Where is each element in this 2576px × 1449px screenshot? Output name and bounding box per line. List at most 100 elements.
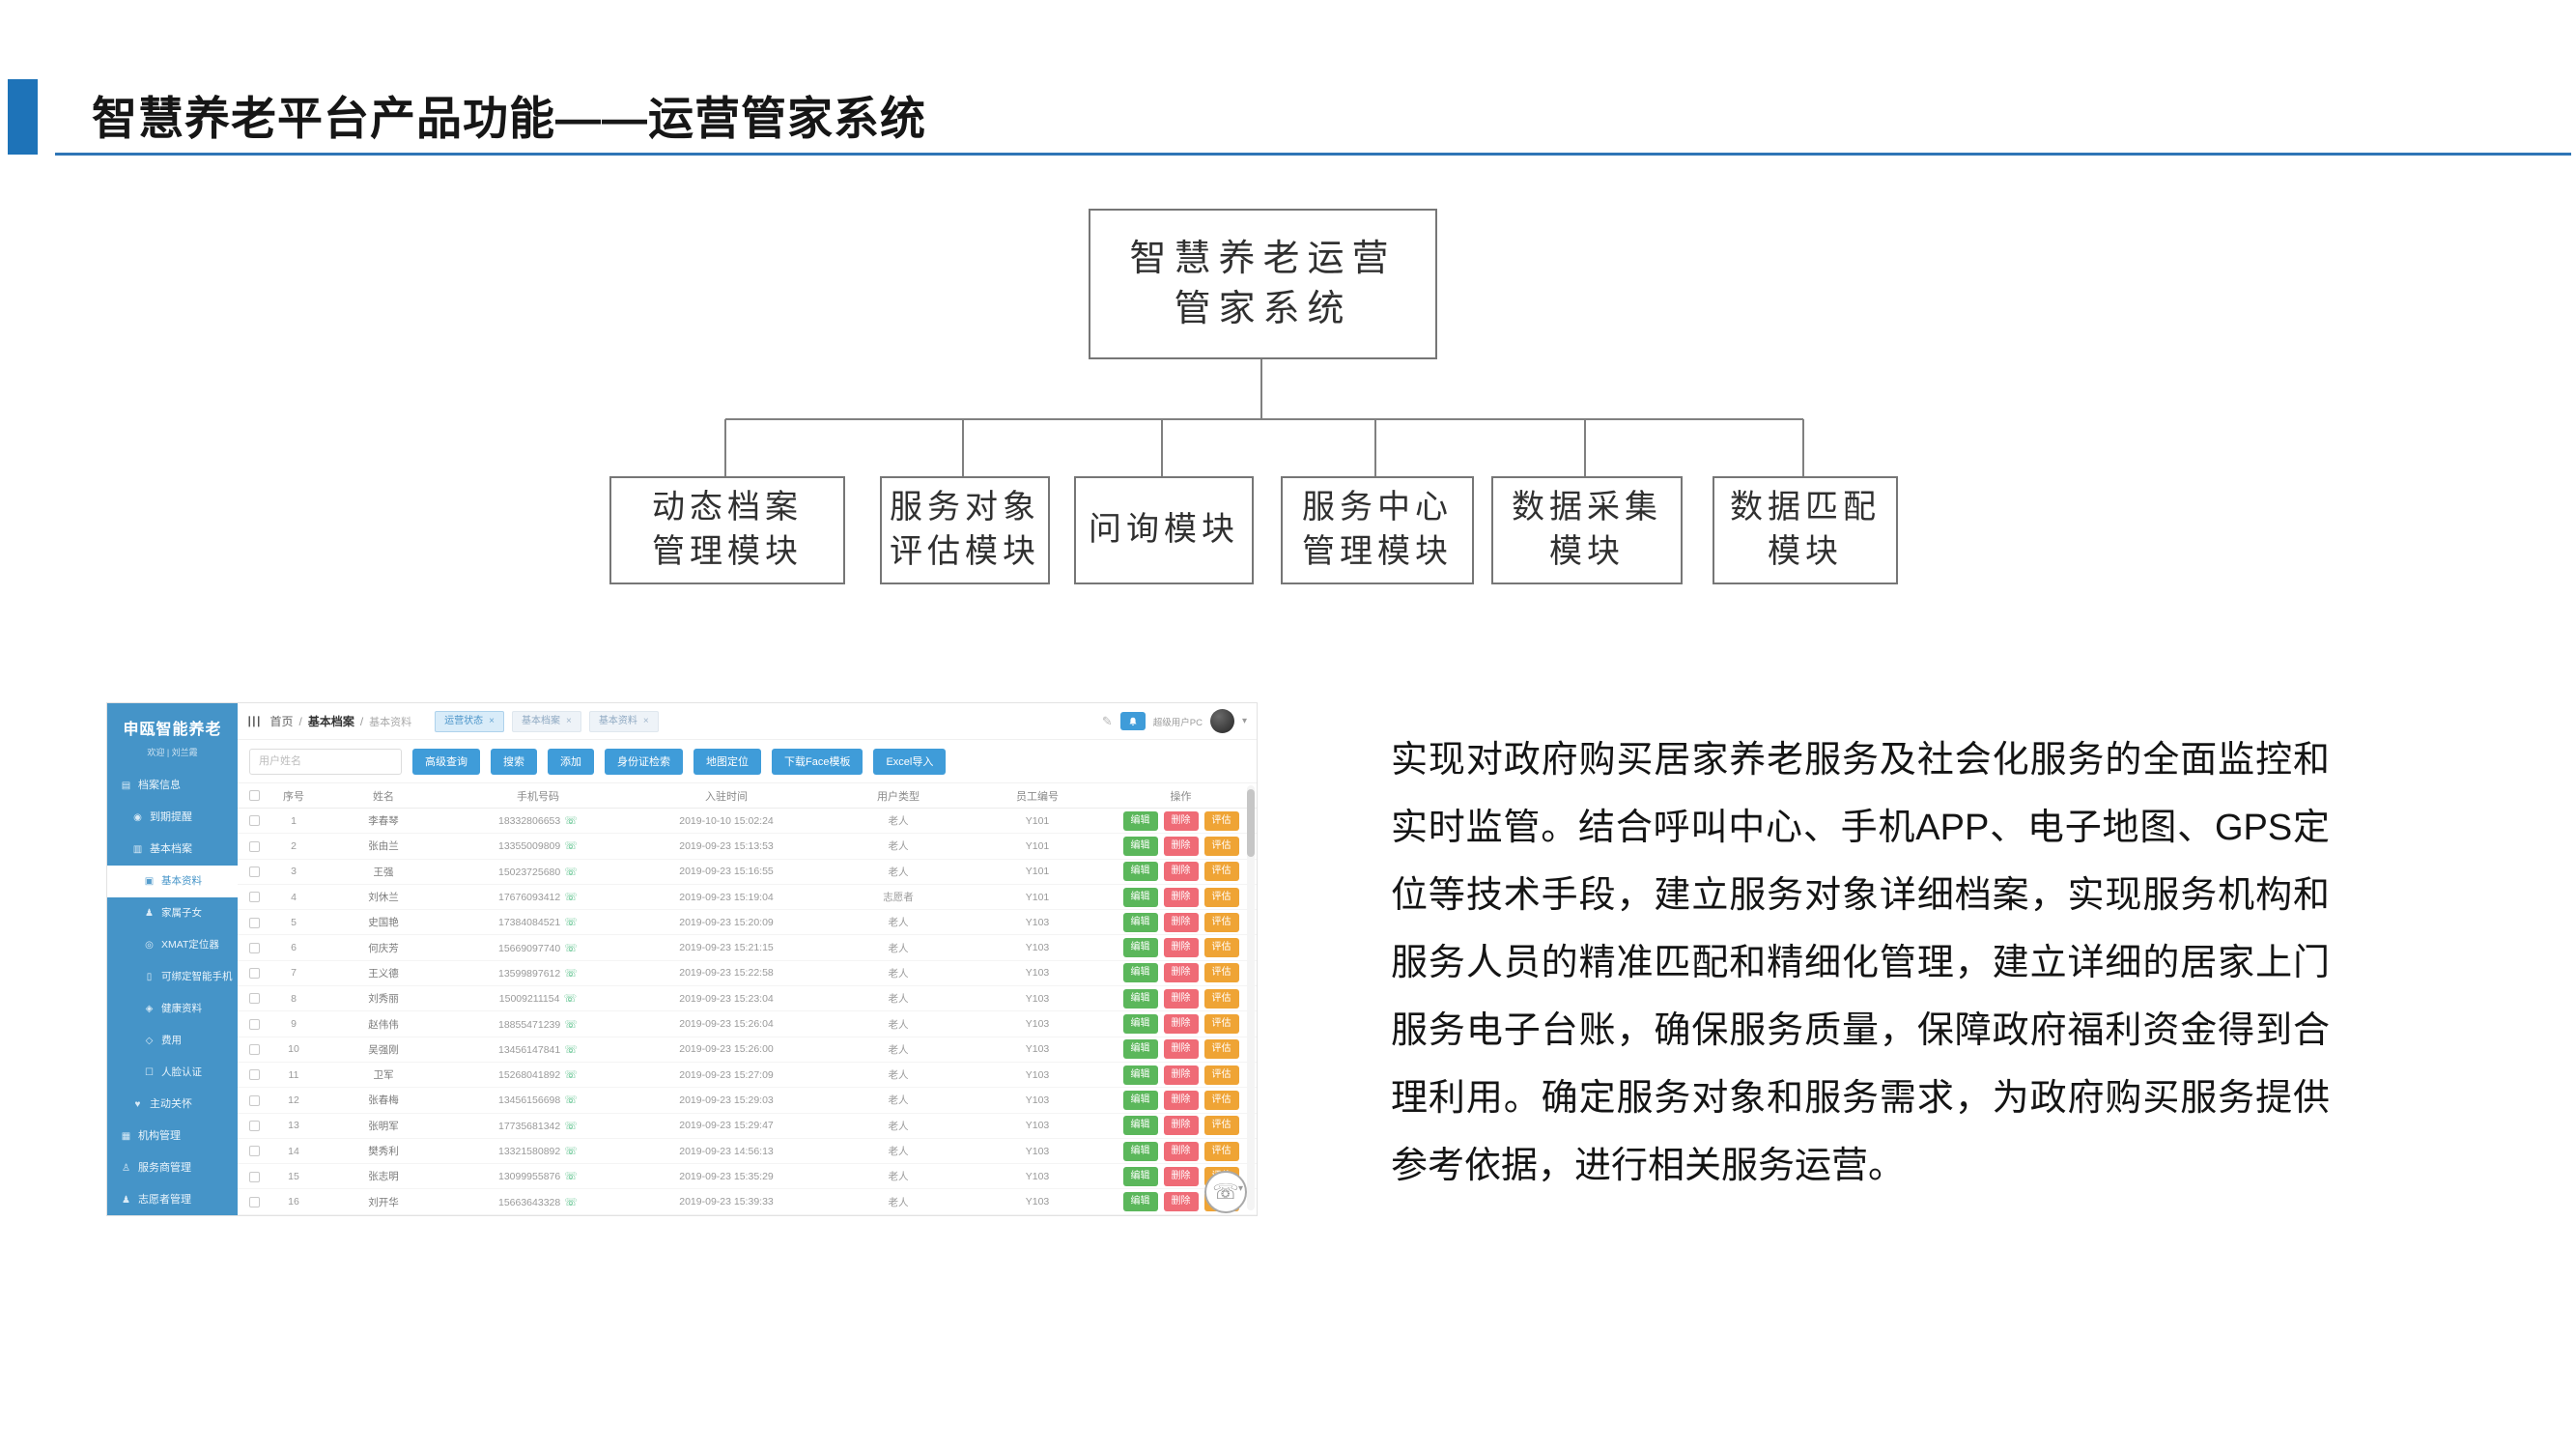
phone-icon[interactable]: ☏ [564,892,578,903]
sidebar-item[interactable]: ▯可绑定智能手机 [107,961,238,993]
evaluate-button[interactable]: 评估 [1204,913,1239,932]
edit-icon[interactable]: ✎ [1102,714,1113,729]
edit-button[interactable]: 编辑 [1123,1167,1158,1186]
sidebar-item[interactable]: ▦机构管理 [107,1121,238,1152]
phone-icon[interactable]: ☏ [564,1069,578,1081]
scrollbar[interactable] [1247,785,1255,1210]
evaluate-button[interactable]: 评估 [1204,888,1239,907]
edit-button[interactable]: 编辑 [1123,862,1158,881]
phone-icon[interactable]: ☏ [564,1171,578,1182]
delete-button[interactable]: 删除 [1164,837,1199,856]
tab-chip[interactable]: 基本档案× [512,711,581,732]
edit-button[interactable]: 编辑 [1123,938,1158,957]
edit-button[interactable]: 编辑 [1123,989,1158,1009]
sidebar-item[interactable]: ◉到期提醒 [107,802,238,834]
edit-button[interactable]: 编辑 [1123,963,1158,982]
evaluate-button[interactable]: 评估 [1204,811,1239,831]
row-checkbox[interactable] [249,1044,260,1055]
delete-button[interactable]: 删除 [1164,862,1199,881]
toolbar-button[interactable]: 搜索 [491,749,537,775]
edit-button[interactable]: 编辑 [1123,1142,1158,1161]
evaluate-button[interactable]: 评估 [1204,837,1239,856]
toolbar-button[interactable]: 添加 [548,749,594,775]
sidebar-item[interactable]: ◇费用 [107,1025,238,1057]
phone-icon[interactable]: ☏ [564,968,578,980]
row-checkbox[interactable] [249,943,260,953]
evaluate-button[interactable]: 评估 [1204,989,1239,1009]
phone-icon[interactable]: ☏ [564,815,578,827]
scrollbar-thumb[interactable] [1247,789,1255,857]
row-checkbox[interactable] [249,1197,260,1208]
phone-icon[interactable]: ☏ [564,1044,578,1056]
delete-button[interactable]: 删除 [1164,938,1199,957]
evaluate-button[interactable]: 评估 [1204,1014,1239,1034]
notification-badge[interactable] [1120,712,1146,730]
evaluate-button[interactable]: 评估 [1204,1039,1239,1059]
edit-button[interactable]: 编辑 [1123,1039,1158,1059]
phone-icon[interactable]: ☏ [564,1094,578,1106]
phone-icon[interactable]: ☏ [564,1197,578,1208]
edit-button[interactable]: 编辑 [1123,1116,1158,1135]
evaluate-button[interactable]: 评估 [1204,1091,1239,1110]
hamburger-icon[interactable]: ☰ [245,715,263,727]
delete-button[interactable]: 删除 [1164,1167,1199,1186]
sidebar-item[interactable]: ◎XMAT定位器 [107,929,238,961]
delete-button[interactable]: 删除 [1164,1039,1199,1059]
row-checkbox[interactable] [249,841,260,852]
tab-chip[interactable]: 基本资料× [589,711,659,732]
row-checkbox[interactable] [249,993,260,1004]
evaluate-button[interactable]: 评估 [1204,1065,1239,1085]
phone-icon[interactable]: ☏ [564,1019,578,1031]
phone-icon[interactable]: ☏ [564,867,578,878]
toolbar-button[interactable]: Excel导入 [873,749,946,775]
tab-close-icon[interactable]: × [489,716,495,726]
delete-button[interactable]: 删除 [1164,1192,1199,1211]
row-checkbox[interactable] [249,1172,260,1182]
breadcrumb-home[interactable]: 首页 [269,713,293,729]
edit-button[interactable]: 编辑 [1123,1014,1158,1034]
row-checkbox[interactable] [249,892,260,902]
row-checkbox[interactable] [249,1146,260,1156]
search-input[interactable] [249,749,402,775]
phone-icon[interactable]: ☏ [564,917,578,928]
sidebar-item[interactable]: ♟家属子女 [107,897,238,929]
sidebar-item[interactable]: ♥主动关怀 [107,1089,238,1121]
toolbar-button[interactable]: 高级查询 [412,749,480,775]
evaluate-button[interactable]: 评估 [1204,1116,1239,1135]
phone-icon[interactable]: ☏ [564,840,578,852]
tab-close-icon[interactable]: × [566,716,572,726]
delete-button[interactable]: 删除 [1164,1116,1199,1135]
phone-icon[interactable]: ☏ [564,1146,578,1157]
toolbar-button[interactable]: 下载Face模板 [772,749,863,775]
edit-button[interactable]: 编辑 [1123,913,1158,932]
edit-button[interactable]: 编辑 [1123,1192,1158,1211]
delete-button[interactable]: 删除 [1164,1014,1199,1034]
floating-call-button[interactable]: ☏ ▾ [1204,1171,1247,1213]
delete-button[interactable]: 删除 [1164,1142,1199,1161]
row-checkbox[interactable] [249,918,260,928]
sidebar-item[interactable]: ▣基本资料 [107,866,238,897]
delete-button[interactable]: 删除 [1164,811,1199,831]
row-checkbox[interactable] [249,815,260,826]
delete-button[interactable]: 删除 [1164,989,1199,1009]
sidebar-item[interactable]: ♙服务商管理 [107,1152,238,1184]
sidebar-item[interactable]: ☐人脸认证 [107,1057,238,1089]
sidebar-item[interactable]: ♟志愿者管理 [107,1184,238,1216]
evaluate-button[interactable]: 评估 [1204,1142,1239,1161]
edit-button[interactable]: 编辑 [1123,1091,1158,1110]
delete-button[interactable]: 删除 [1164,888,1199,907]
row-checkbox[interactable] [249,1069,260,1080]
avatar[interactable] [1210,709,1234,733]
edit-button[interactable]: 编辑 [1123,837,1158,856]
row-checkbox[interactable] [249,1095,260,1106]
edit-button[interactable]: 编辑 [1123,1065,1158,1085]
sidebar-item[interactable]: ▤档案信息 [107,770,238,802]
delete-button[interactable]: 删除 [1164,913,1199,932]
chevron-down-icon[interactable]: ▾ [1242,716,1247,726]
breadcrumb-section[interactable]: 基本档案 [308,713,354,729]
toolbar-button[interactable]: 地图定位 [694,749,761,775]
phone-icon[interactable]: ☏ [564,943,578,954]
evaluate-button[interactable]: 评估 [1204,862,1239,881]
evaluate-button[interactable]: 评估 [1204,938,1239,957]
row-checkbox[interactable] [249,867,260,877]
